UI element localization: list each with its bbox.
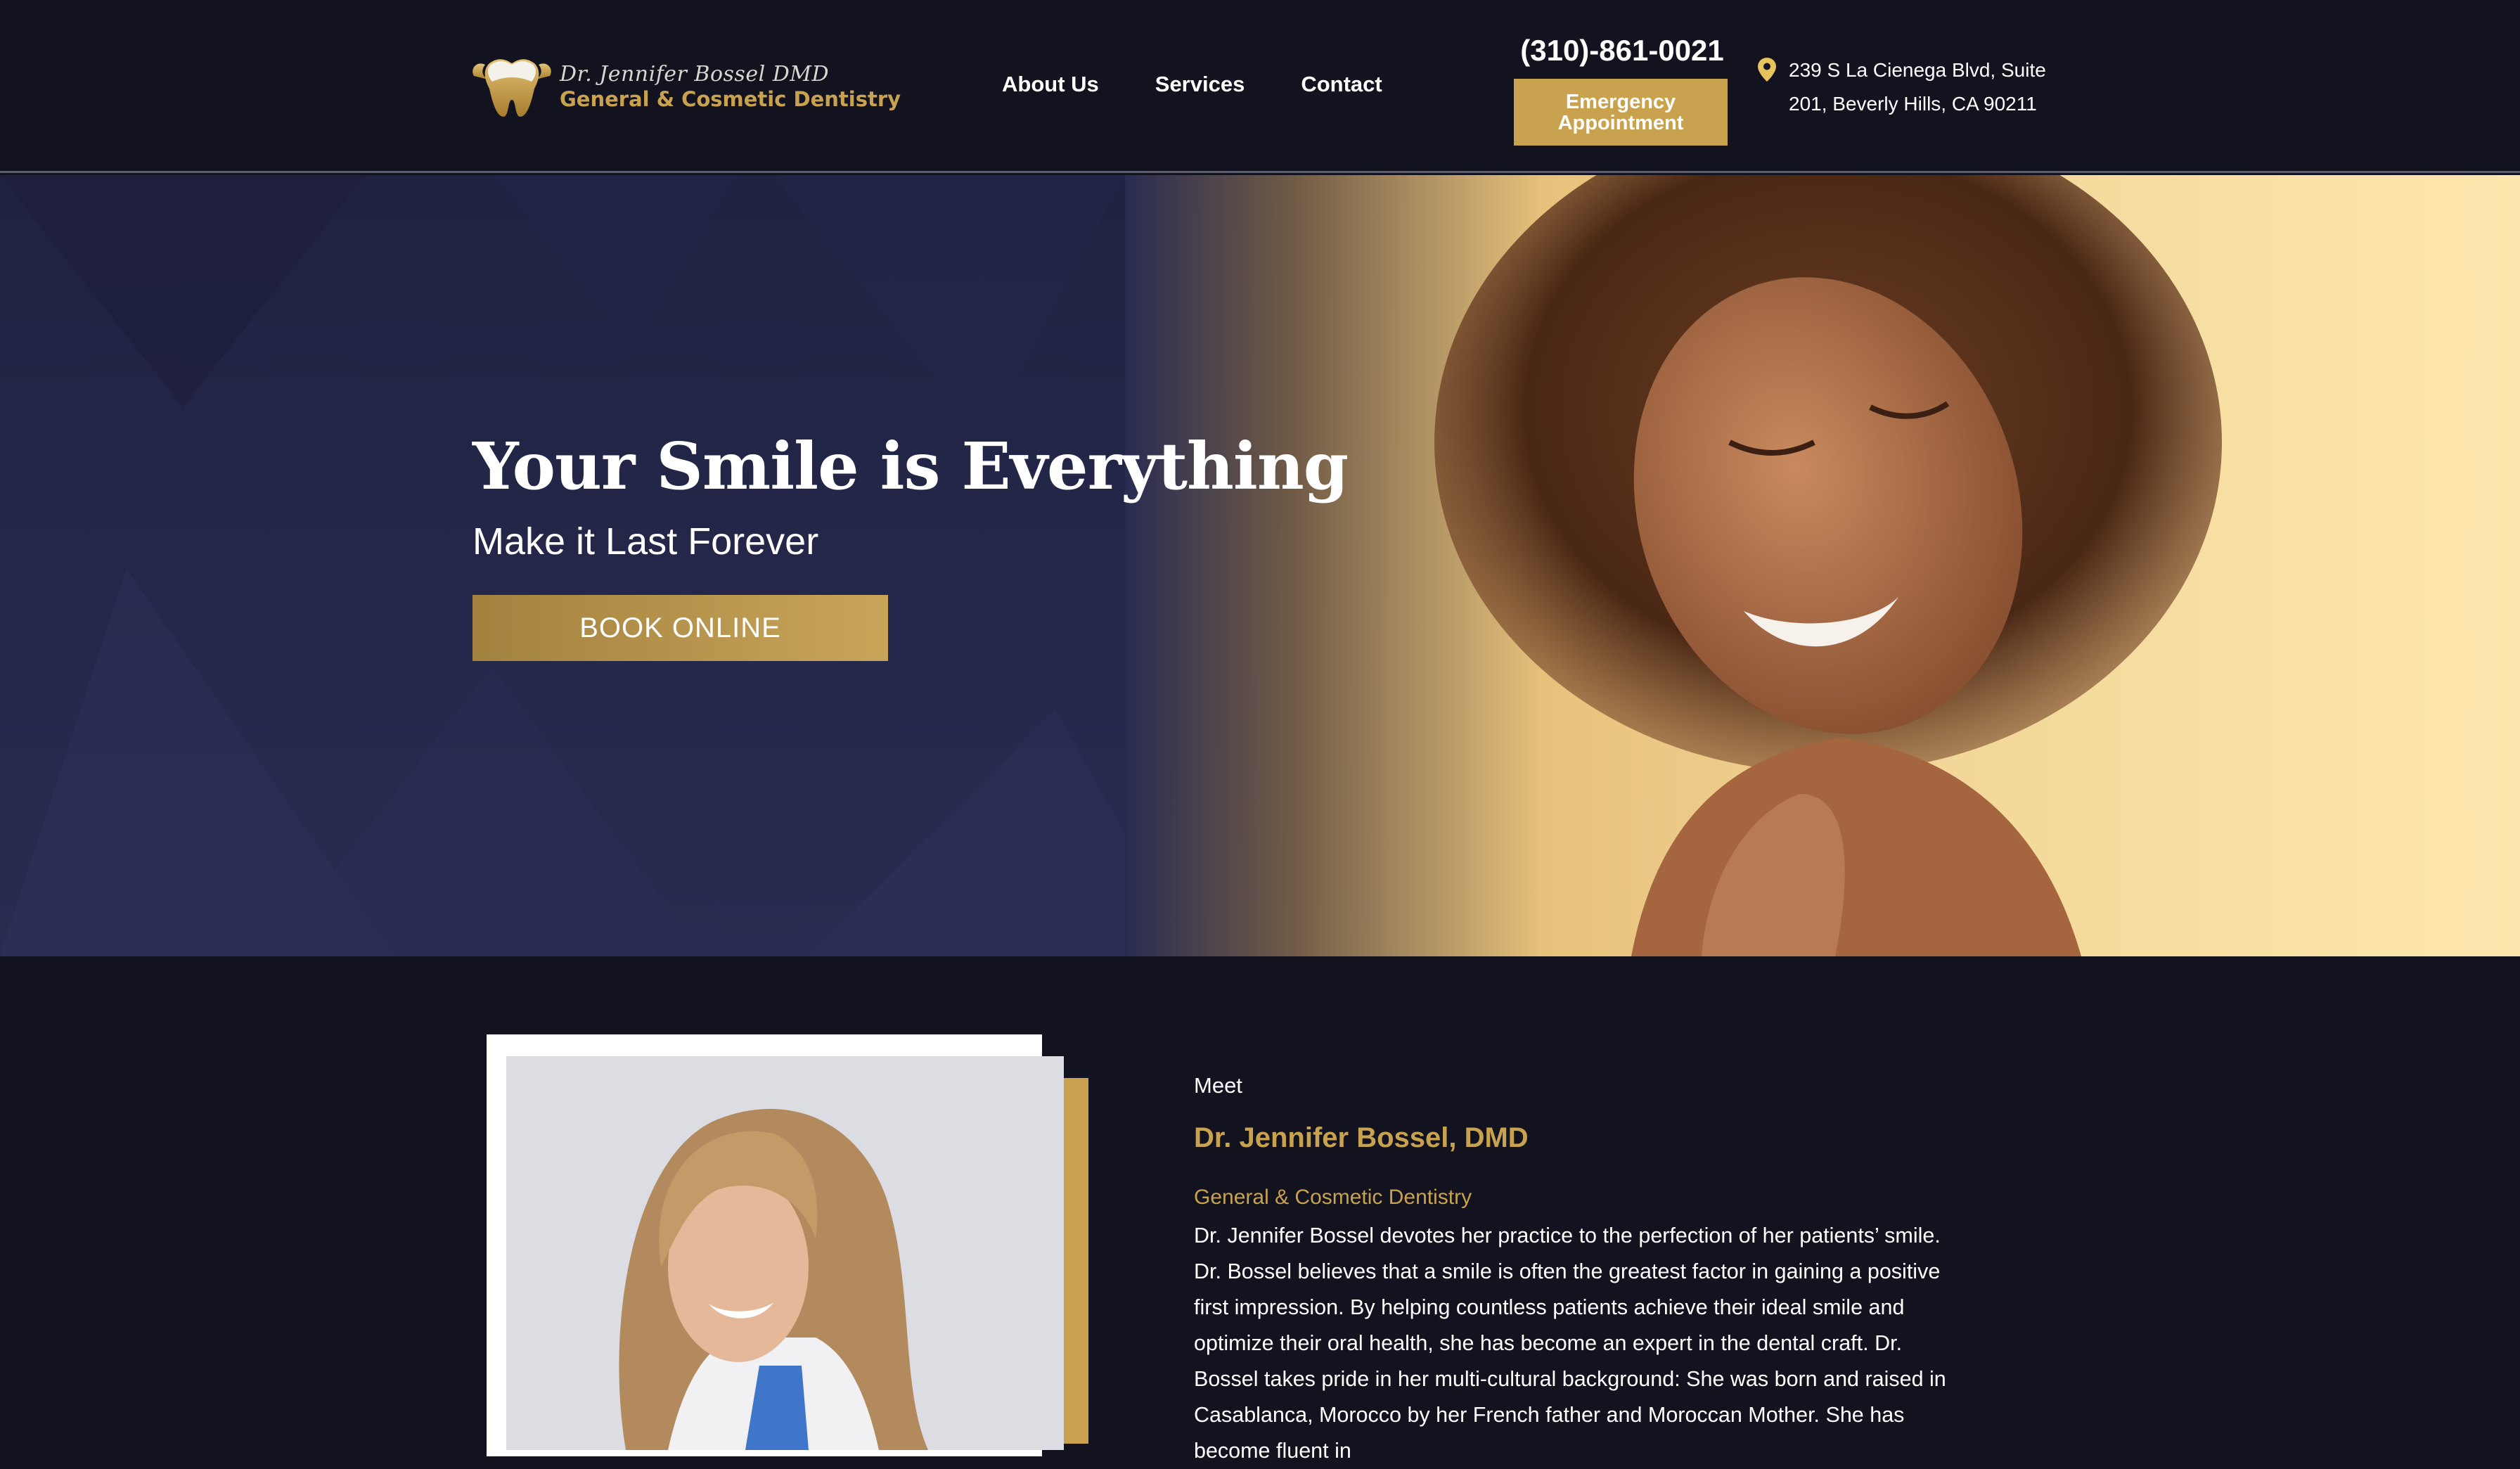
- emergency-button-line2: Appointment: [1557, 111, 1684, 134]
- map-pin-icon: [1758, 58, 1776, 82]
- phone-number[interactable]: (310)-861-0021: [1513, 34, 1731, 68]
- nav-contact[interactable]: Contact: [1301, 72, 1382, 97]
- address-line2: 201, Beverly Hills, CA 90211: [1789, 93, 2037, 115]
- address-line1: 239 S La Cienega Blvd, Suite: [1789, 59, 2046, 81]
- emergency-appointment-button[interactable]: Emergency Appointment: [1514, 79, 1728, 146]
- main-nav: About Us Services Contact: [1002, 72, 1382, 97]
- book-online-button[interactable]: BOOK ONLINE: [472, 595, 888, 661]
- site-header: Dr. Jennifer Bossel DMD General & Cosmet…: [0, 0, 2520, 173]
- doctor-name: Dr. Jennifer Bossel, DMD: [1194, 1122, 1529, 1153]
- logo-name: Dr. Jennifer Bossel DMD: [560, 62, 830, 86]
- about-doctor-section: Meet Dr. Jennifer Bossel, DMD General & …: [0, 956, 2520, 1463]
- doctor-bio: Dr. Jennifer Bossel devotes her practice…: [1194, 1224, 1946, 1463]
- tooth-icon: [472, 59, 551, 117]
- logo[interactable]: Dr. Jennifer Bossel DMD General & Cosmet…: [470, 52, 901, 122]
- nav-about-us[interactable]: About Us: [1002, 72, 1099, 97]
- doctor-specialty: General & Cosmetic Dentistry: [1194, 1186, 1472, 1209]
- address-text: 239 S La Cienega Blvd, Suite 201, Beverl…: [1789, 53, 2046, 121]
- hero-title: Your Smile is Everything: [472, 428, 1349, 504]
- hero-subtitle: Make it Last Forever: [472, 520, 819, 563]
- emergency-button-line1: Emergency: [1565, 90, 1676, 113]
- nav-services[interactable]: Services: [1155, 72, 1245, 97]
- doctor-portrait: [506, 1056, 1064, 1450]
- logo-tagline: General & Cosmetic Dentistry: [560, 87, 901, 111]
- hero-photo-woman-smiling: [1125, 175, 2520, 956]
- hero-banner: Your Smile is Everything Make it Last Fo…: [0, 175, 2520, 956]
- meet-label: Meet: [1194, 1073, 1242, 1098]
